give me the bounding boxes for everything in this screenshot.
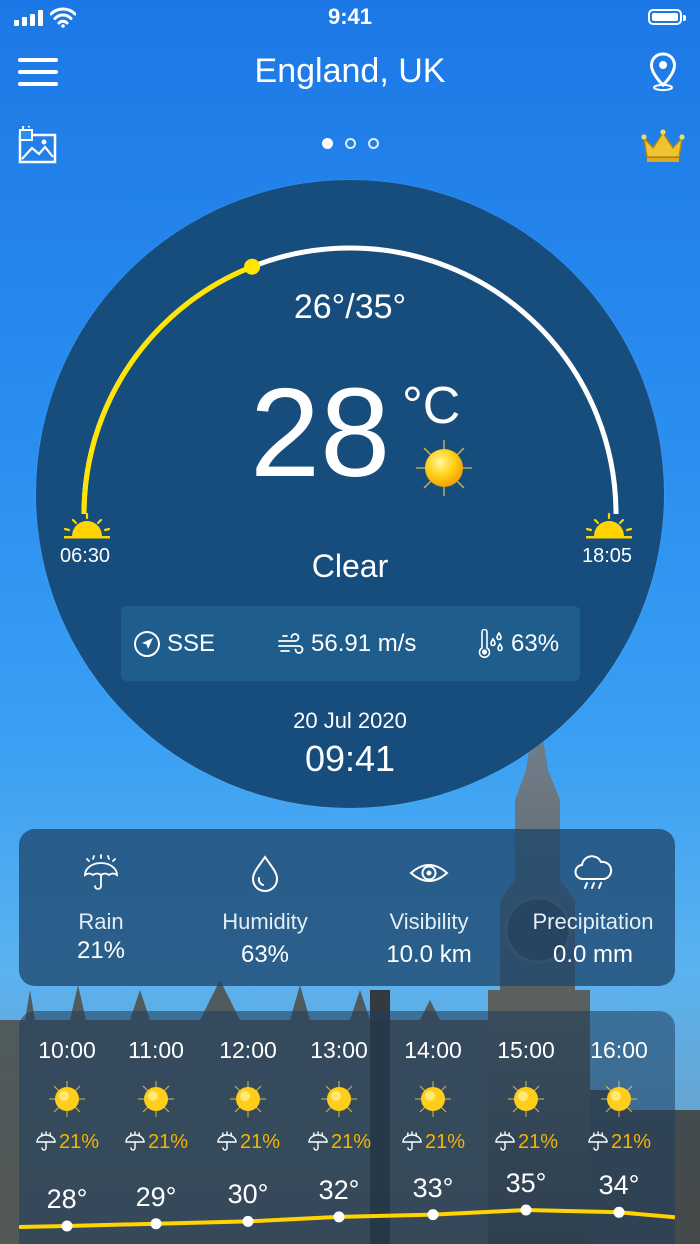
sun-icon — [49, 1081, 85, 1117]
umbrella-rain-icon — [402, 1131, 422, 1151]
umbrella-rain-icon — [84, 854, 118, 890]
umbrella-rain-icon — [495, 1131, 515, 1151]
detail-value: 10.0 km — [386, 941, 472, 968]
detail-value: 63% — [240, 941, 290, 968]
umbrella-rain-icon — [308, 1131, 328, 1151]
temp-point — [242, 1215, 254, 1227]
location-title[interactable]: England, UK — [0, 52, 700, 91]
wind-direction: SSE — [167, 629, 216, 657]
weather-details-panel: Rain 21% Humidity 63% Visibility 10.0 km… — [19, 829, 675, 986]
umbrella-rain-icon — [36, 1131, 56, 1151]
detail-label: Rain — [78, 909, 124, 934]
hour-precip: 21% — [110, 1131, 202, 1154]
detail-label: Precipitation — [532, 909, 654, 934]
hour-time: 14:00 — [404, 1037, 462, 1063]
hour-pop: 21% — [424, 1131, 466, 1153]
sun-icon — [415, 1081, 451, 1117]
eye-icon — [409, 864, 449, 882]
temp-point — [427, 1209, 439, 1221]
hour-time: 16:00 — [590, 1037, 648, 1063]
hour-pop: 21% — [239, 1131, 281, 1153]
hour-time: 15:00 — [497, 1037, 555, 1063]
sun-icon — [416, 440, 472, 496]
location-pin-icon[interactable] — [648, 52, 678, 92]
hour-temp: 34° — [598, 1170, 640, 1200]
hour-precip: 21% — [387, 1131, 479, 1154]
sun-icon — [230, 1081, 266, 1117]
sun-position-marker — [244, 258, 261, 275]
detail-visibility: Visibility 10.0 km — [347, 829, 511, 986]
hour-pop: 21% — [147, 1131, 189, 1153]
cloud-rain-icon — [574, 855, 613, 889]
temp-point — [150, 1218, 162, 1230]
hour-precip: 21% — [573, 1131, 665, 1154]
page-indicator[interactable] — [0, 136, 700, 154]
current-clock: 09:41 — [304, 738, 396, 779]
umbrella-rain-icon — [217, 1131, 237, 1151]
temp-point — [61, 1220, 73, 1232]
temp-point — [333, 1211, 345, 1223]
page-dot[interactable] — [321, 138, 333, 149]
temp-point — [520, 1204, 532, 1216]
weather-condition: Clear — [311, 548, 389, 584]
sun-icon — [601, 1081, 637, 1117]
temp-point — [613, 1206, 625, 1218]
hour-pop: 21% — [330, 1131, 372, 1153]
hour-temp: 33° — [412, 1173, 454, 1203]
umbrella-rain-icon — [588, 1131, 608, 1151]
thermometer-humidity-icon — [478, 628, 503, 658]
page-dot[interactable] — [344, 138, 356, 149]
current-temperature: 28 — [250, 362, 391, 503]
hour-temp: 30° — [227, 1179, 269, 1209]
crown-icon[interactable] — [640, 128, 686, 164]
hourly-forecast[interactable]: 10:00 21% 28° 11:00 21% 29° 12:00 21% 30° 13:00 21… — [19, 1011, 675, 1244]
detail-humidity: Humidity 63% — [183, 829, 347, 986]
hour-temp: 28° — [46, 1184, 88, 1214]
detail-label: Humidity — [222, 909, 308, 934]
hour-pop: 21% — [58, 1131, 100, 1153]
sun-icon — [508, 1081, 544, 1117]
hour-precip: 21% — [21, 1131, 113, 1154]
wind-speed: 56.91 m/s — [311, 629, 417, 657]
temperature-unit[interactable]: °C — [402, 376, 460, 436]
wind-icon — [278, 632, 304, 654]
min-max-temp: 26°/35° — [293, 288, 407, 326]
current-date: 20 Jul 2020 — [293, 708, 407, 733]
umbrella-rain-icon — [125, 1131, 145, 1151]
hour-time: 11:00 — [128, 1037, 184, 1063]
page-dot[interactable] — [367, 138, 379, 149]
hour-temp: 32° — [318, 1175, 360, 1205]
hour-precip: 21% — [480, 1131, 572, 1154]
wind-summary: SSE 56.91 m/s 63% — [121, 606, 580, 681]
detail-value: 21% — [76, 937, 126, 964]
hour-temp: 29° — [135, 1182, 177, 1212]
droplet-icon — [251, 855, 279, 892]
humidity-short: 63% — [511, 629, 560, 657]
sun-icon — [321, 1081, 357, 1117]
detail-rain: Rain 21% — [19, 829, 183, 986]
detail-value: 0.0 mm — [552, 941, 633, 968]
hour-pop: 21% — [517, 1131, 559, 1153]
hour-temp: 35° — [505, 1168, 547, 1198]
sun-icon — [138, 1081, 174, 1117]
status-time: 9:41 — [327, 4, 373, 29]
detail-precipitation: Precipitation 0.0 mm — [511, 829, 675, 986]
sunset-icon — [585, 512, 633, 539]
wind-direction-icon — [134, 630, 160, 657]
hour-precip: 21% — [202, 1131, 294, 1154]
hour-time: 12:00 — [219, 1037, 277, 1063]
hour-pop: 21% — [610, 1131, 652, 1153]
hour-time: 13:00 — [310, 1037, 368, 1063]
detail-label: Visibility — [389, 909, 469, 934]
sunrise-icon — [63, 512, 111, 539]
hour-time: 10:00 — [38, 1037, 96, 1063]
hour-precip: 21% — [293, 1131, 385, 1154]
battery-icon — [648, 9, 686, 25]
